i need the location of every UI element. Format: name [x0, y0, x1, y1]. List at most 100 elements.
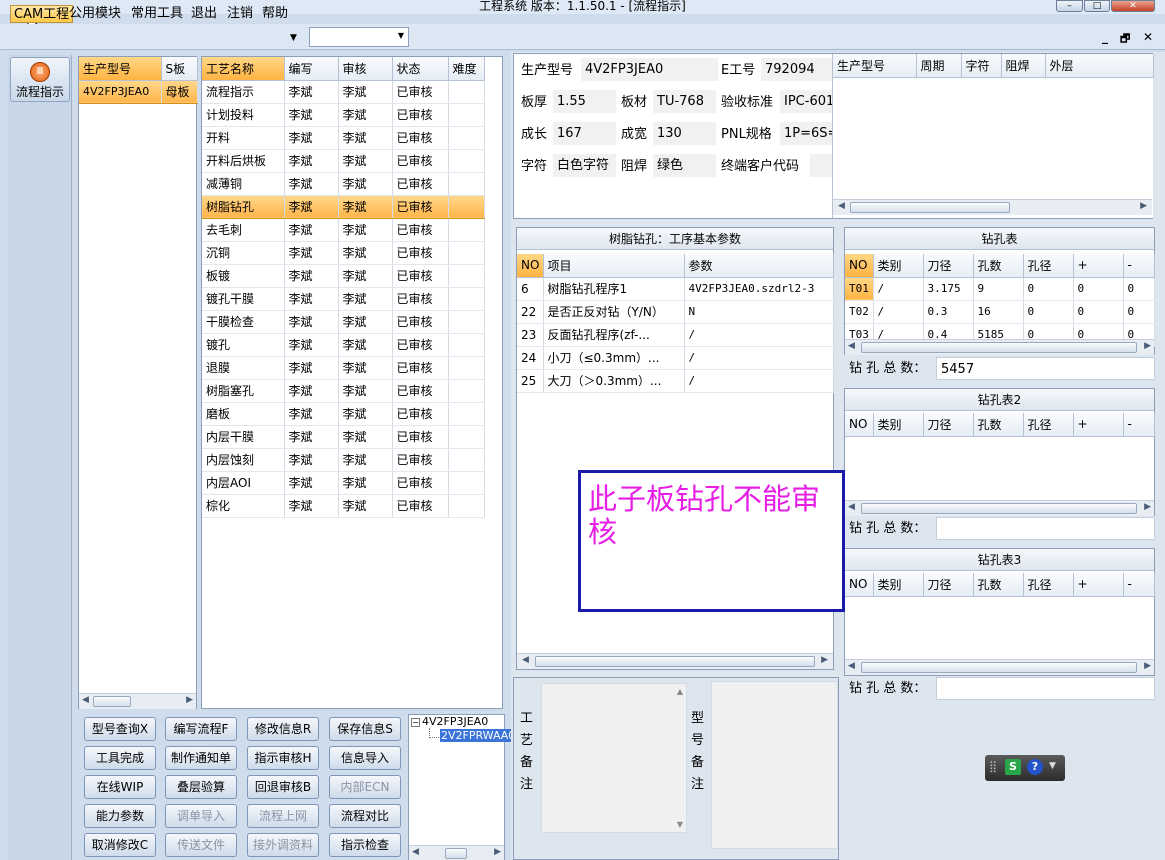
drill-col[interactable]: 孔数 [973, 573, 1024, 597]
table-row[interactable]: 内层干膜 李斌 李斌 已审核 [202, 425, 485, 449]
drill-col[interactable]: 类别 [873, 573, 924, 597]
drill-col[interactable]: + [1073, 254, 1124, 278]
nav-flow-button[interactable]: Ⅲ 流程指示 [10, 57, 70, 102]
action-button[interactable]: 接外调资料 [247, 833, 319, 857]
table-row[interactable]: 沉铜 李斌 李斌 已审核 [202, 241, 485, 265]
table-row[interactable]: 板镀 李斌 李斌 已审核 [202, 264, 485, 288]
params-col[interactable]: 参数 [684, 254, 834, 278]
process-notes-field[interactable]: ▲ ▼ [541, 683, 687, 833]
table-row[interactable]: 6 树脂钻孔程序1 4V2FP3JEA0.szdrl2-3 [517, 277, 834, 301]
action-button[interactable]: 指示检查 [329, 833, 401, 857]
table-row[interactable]: 开料后烘板 李斌 李斌 已审核 [202, 149, 485, 173]
menu-help[interactable]: 帮助 [258, 5, 292, 23]
table-row[interactable]: 25 大刀（＞0.3mm）... / [517, 369, 834, 393]
tree-scrollbar[interactable]: ◀ ▶ [409, 845, 504, 860]
col-status[interactable]: 状态 [392, 57, 449, 81]
action-button[interactable]: 回退审核B [247, 775, 319, 799]
right-grid-col[interactable]: 生产型号 [833, 54, 917, 78]
action-button[interactable]: 传送文件 [165, 833, 237, 857]
chevron-down-icon[interactable]: ▼ [1049, 761, 1056, 771]
table-row[interactable]: 干膜检查 李斌 李斌 已审核 [202, 310, 485, 334]
col-model[interactable]: 生产型号 [79, 57, 162, 81]
col-difficulty[interactable]: 难度 [448, 57, 485, 81]
drill-col[interactable]: 孔径 [1023, 413, 1074, 437]
drill2-scrollbar[interactable]: ◀ ▶ [845, 500, 1154, 516]
mdi-restore-button[interactable]: 🗗 [1120, 30, 1130, 49]
drill-col[interactable]: 刀径 [923, 573, 974, 597]
model-notes-field[interactable] [711, 681, 838, 849]
drill-col[interactable]: 刀径 [923, 254, 974, 278]
drill-col[interactable]: NO [845, 254, 874, 278]
drill3-scrollbar[interactable]: ◀ ▶ [845, 659, 1154, 675]
table-row[interactable]: 内层AOI 李斌 李斌 已审核 [202, 471, 485, 495]
menu-logout[interactable]: 注销 [223, 5, 257, 23]
drill-col[interactable]: 孔数 [973, 413, 1024, 437]
table-row[interactable]: 内层蚀刻 李斌 李斌 已审核 [202, 448, 485, 472]
drill-col[interactable]: 孔径 [1023, 573, 1074, 597]
action-button[interactable]: 流程上网 [247, 804, 319, 828]
drill-col[interactable]: 类别 [873, 413, 924, 437]
table-row[interactable]: 22 是否正反对钻（Y/N） N [517, 300, 834, 324]
action-button[interactable]: 取消修改C [84, 833, 156, 857]
drill-col[interactable]: 刀径 [923, 413, 974, 437]
params-col[interactable]: NO [517, 254, 544, 278]
model-list-scrollbar[interactable]: ◀ ▶ [79, 693, 196, 709]
mdi-close-button[interactable]: ✕ [1143, 30, 1153, 44]
drill-col[interactable]: 类别 [873, 254, 924, 278]
drill-col[interactable]: + [1073, 573, 1124, 597]
drill-col[interactable]: - [1123, 413, 1155, 437]
table-row[interactable]: 开料 李斌 李斌 已审核 [202, 126, 485, 150]
menu-exit[interactable]: 退出 [187, 5, 221, 23]
table-row[interactable]: 23 反面钻孔程序(zf-... / [517, 323, 834, 347]
drill-col[interactable]: NO [845, 413, 874, 437]
drill-col[interactable]: - [1123, 573, 1155, 597]
table-row[interactable]: 磨板 李斌 李斌 已审核 [202, 402, 485, 426]
table-row[interactable]: 4V2FP3JEA0 母板 [79, 79, 198, 104]
params-scrollbar[interactable]: ◀ ▶ [517, 653, 833, 669]
table-row[interactable]: 计划投料 李斌 李斌 已审核 [202, 103, 485, 127]
app-s-icon[interactable]: S [1005, 759, 1021, 775]
col-s-board[interactable]: S板 [161, 57, 198, 81]
tree-root[interactable]: 4V2FP3JEA0 [422, 715, 488, 728]
table-row[interactable]: T01/3.175 9 0 0 0 [845, 277, 1155, 301]
drill-col[interactable]: - [1123, 254, 1155, 278]
col-process-name[interactable]: 工艺名称 [202, 57, 285, 81]
table-row[interactable]: 流程指示 李斌 李斌 已审核 [202, 80, 485, 104]
table-row[interactable]: 减薄铜 李斌 李斌 已审核 [202, 172, 485, 196]
table-row[interactable]: 树脂塞孔 李斌 李斌 已审核 [202, 379, 485, 403]
drill-col[interactable]: 孔径 [1023, 254, 1074, 278]
table-row[interactable]: 树脂钻孔 李斌 李斌 已审核 [202, 194, 485, 219]
maximize-button[interactable]: □ [1084, 0, 1110, 12]
right-grid-scrollbar[interactable]: ◀ ▶ [833, 199, 1152, 215]
action-button[interactable]: 信息导入 [329, 746, 401, 770]
menu-cam[interactable]: CAM工程 [10, 5, 74, 23]
action-button[interactable]: 流程对比 [329, 804, 401, 828]
action-button[interactable]: 修改信息R [247, 717, 319, 741]
table-row[interactable]: 退膜 李斌 李斌 已审核 [202, 356, 485, 380]
tree-collapse-icon[interactable]: − [411, 718, 420, 727]
table-row[interactable]: 去毛刺 李斌 李斌 已审核 [202, 218, 485, 242]
action-button[interactable]: 工具完成 [84, 746, 156, 770]
tree-child[interactable]: 2V2FPRWAA0 [440, 729, 517, 742]
right-grid-col[interactable]: 外层 [1045, 54, 1154, 78]
action-button[interactable]: 编写流程F [165, 717, 237, 741]
menu-common-tools[interactable]: 常用工具 [127, 5, 187, 23]
minimize-button[interactable]: – [1056, 0, 1083, 12]
help-dropdown-icon[interactable]: ▼ [290, 33, 297, 43]
right-grid-col[interactable]: 字符 [961, 54, 1002, 78]
drill1-scrollbar[interactable]: ◀ ▶ [845, 339, 1154, 355]
params-col[interactable]: 项目 [543, 254, 685, 278]
table-row[interactable]: T02/0.3 16 0 0 0 [845, 300, 1155, 324]
action-button[interactable]: 能力参数 [84, 804, 156, 828]
right-grid-col[interactable]: 阻焊 [1001, 54, 1046, 78]
drill-col[interactable]: + [1073, 413, 1124, 437]
menu-combo[interactable]: ▼ [309, 27, 409, 47]
action-button[interactable]: 制作通知单 [165, 746, 237, 770]
col-reviewer[interactable]: 审核 [338, 57, 393, 81]
action-button[interactable]: 保存信息S [329, 717, 401, 741]
alert-message-box[interactable]: 此子板钻孔不能审核 [578, 470, 845, 612]
table-row[interactable]: 24 小刀（≤0.3mm）... / [517, 346, 834, 370]
mdi-minimize-button[interactable]: _ [1102, 30, 1108, 44]
table-row[interactable]: 镀孔干膜 李斌 李斌 已审核 [202, 287, 485, 311]
help-icon[interactable]: ? [1027, 759, 1043, 775]
